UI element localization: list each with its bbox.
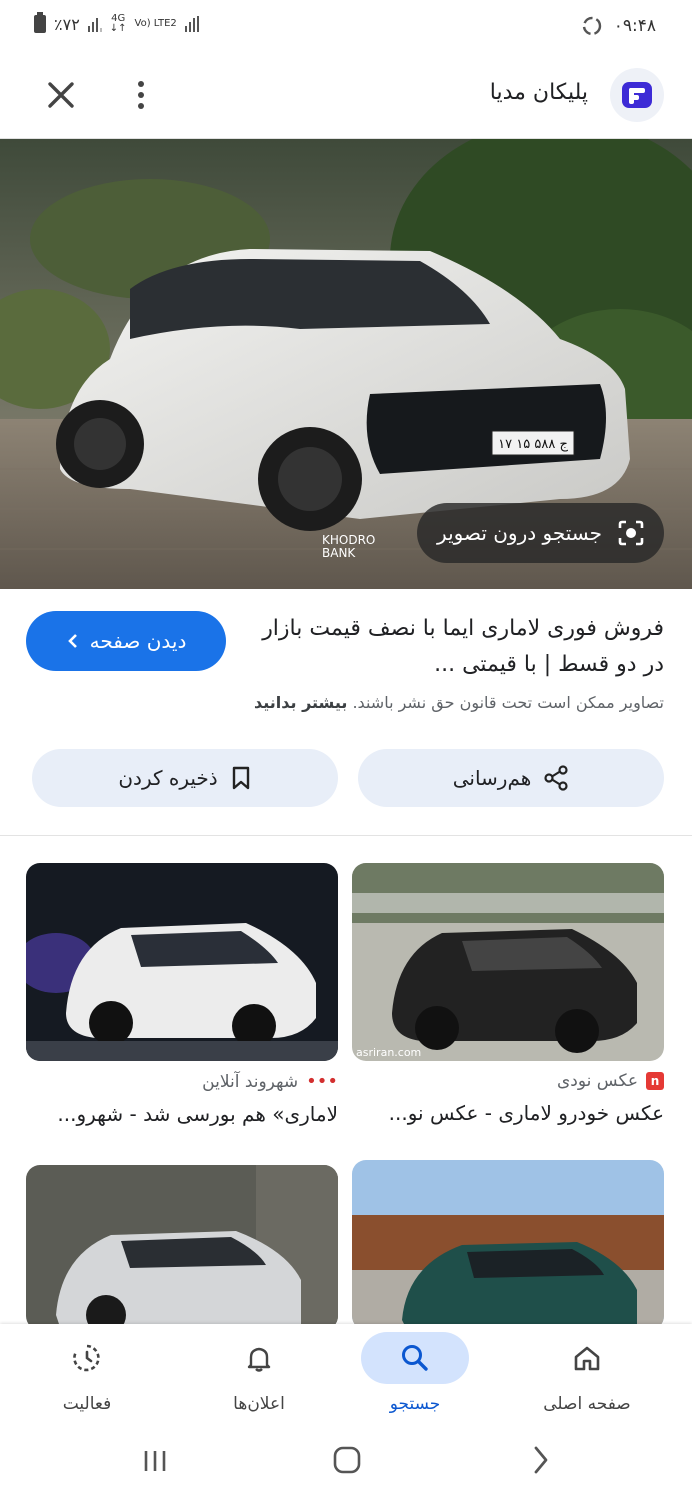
nav-search[interactable]: جستجو xyxy=(340,1332,490,1414)
result-title[interactable]: فروش فوری لاماری ایما با نصف قیمت بازار … xyxy=(254,611,664,683)
related-source-name: شهروند آنلاین xyxy=(202,1071,299,1092)
system-navigation-bar xyxy=(0,1436,692,1500)
hero-watermark: KHODRO xyxy=(322,533,375,547)
battery-level: ٪۷۲ xyxy=(54,14,80,34)
search-in-image-label: جستجو درون تصویر xyxy=(437,521,602,545)
related-title[interactable]: لاماری» هم بورسی شد - شهرو... xyxy=(26,1102,338,1126)
bottom-navigation: صفحه اصلی جستجو اعلان‌ها فعالیت xyxy=(0,1324,692,1436)
signal-icon xyxy=(87,16,102,32)
back-icon[interactable] xyxy=(528,1444,554,1476)
network-lte-label: Vo) LTE2 xyxy=(134,18,177,29)
related-source: ••• شهروند آنلاین xyxy=(26,1071,338,1092)
status-bar: ٪۷۲ 4G ↓↑ Vo) LTE2 ۰۹:۴۸ xyxy=(0,0,692,52)
home-icon xyxy=(574,1346,600,1371)
status-left: ٪۷۲ 4G ↓↑ Vo) LTE2 xyxy=(34,12,199,34)
nav-notifications[interactable]: اعلان‌ها xyxy=(184,1332,334,1414)
save-button[interactable]: ذخیره کردن xyxy=(32,749,338,807)
plate-text: ۱۷ ج ۵۸۸ ۱۵ xyxy=(498,437,568,452)
nav-home[interactable]: صفحه اصلی xyxy=(512,1332,662,1414)
bell-icon xyxy=(247,1347,271,1372)
signal-icon-2 xyxy=(184,16,199,32)
lens-icon xyxy=(618,520,644,546)
sync-icon xyxy=(582,16,601,36)
related-thumbnail[interactable]: asriran.com xyxy=(352,863,664,1061)
bookmark-icon xyxy=(232,766,249,790)
home-circle-icon[interactable] xyxy=(331,1444,363,1476)
chevron-left-icon xyxy=(67,634,77,648)
close-button[interactable] xyxy=(40,74,82,116)
share-button[interactable]: هم‌رسانی xyxy=(358,749,664,807)
clock: ۰۹:۴۸ xyxy=(613,16,656,36)
site-logo[interactable] xyxy=(610,68,664,122)
share-icon xyxy=(544,765,568,791)
more-options-button[interactable] xyxy=(124,74,158,116)
network-4g-label: 4G ↓↑ xyxy=(109,13,127,34)
search-in-image-button[interactable]: جستجو درون تصویر xyxy=(417,503,664,563)
visit-page-button[interactable]: دیدن صفحه xyxy=(26,611,226,671)
share-label: هم‌رسانی xyxy=(452,766,532,790)
main-image[interactable]: ۱۷ ج ۵۸۸ ۱۵ KHODRO BANK جستجو درون تصویر xyxy=(0,139,692,589)
save-label: ذخیره کردن xyxy=(118,766,218,790)
battery-icon xyxy=(34,12,46,33)
nav-search-label: جستجو xyxy=(389,1394,441,1414)
visit-page-label: دیدن صفحه xyxy=(89,629,187,653)
copyright-notice: تصاویر ممکن است تحت قانون حق نشر باشند. … xyxy=(254,693,664,712)
learn-more-link[interactable]: بیشتر بدانید xyxy=(254,693,347,712)
related-card[interactable] xyxy=(26,1165,338,1340)
thumbnail-watermark: asriran.com xyxy=(356,1046,421,1059)
related-card[interactable]: asriran.com n عکس نودی عکس خودرو لاماری … xyxy=(352,863,664,1125)
related-title[interactable]: عکس خودرو لاماری - عکس نو... xyxy=(352,1101,664,1125)
related-thumbnail[interactable] xyxy=(26,863,338,1061)
source-favicon-icon: n xyxy=(646,1072,664,1090)
close-icon xyxy=(48,82,74,108)
result-info: دیدن صفحه فروش فوری لاماری ایما با نصف ق… xyxy=(0,589,692,836)
copyright-text: تصاویر ممکن است تحت قانون حق نشر باشند. xyxy=(352,693,664,712)
search-icon xyxy=(402,1345,428,1371)
related-thumbnail[interactable] xyxy=(352,1160,664,1330)
viewer-header: پلیکان مدیا xyxy=(0,52,692,139)
nav-notifications-label: اعلان‌ها xyxy=(233,1394,285,1414)
source-dots-icon: ••• xyxy=(306,1071,338,1092)
related-source-name: عکس نودی xyxy=(557,1071,638,1091)
recents-icon[interactable] xyxy=(140,1446,170,1476)
nav-home-label: صفحه اصلی xyxy=(543,1394,631,1414)
activity-icon xyxy=(73,1344,100,1372)
related-source: n عکس نودی xyxy=(352,1071,664,1091)
status-right: ۰۹:۴۸ xyxy=(580,14,656,38)
more-vert-icon xyxy=(138,81,144,87)
svg-text:BANK: BANK xyxy=(322,546,356,560)
related-card[interactable] xyxy=(352,1160,664,1340)
nav-activity-label: فعالیت xyxy=(62,1394,112,1414)
related-thumbnail[interactable] xyxy=(26,1165,338,1330)
site-name[interactable]: پلیکان مدیا xyxy=(490,80,588,105)
nav-activity[interactable]: فعالیت xyxy=(12,1332,162,1414)
pelikan-logo-icon xyxy=(622,82,652,108)
related-card[interactable]: ••• شهروند آنلاین لاماری» هم بورسی شد - … xyxy=(26,863,338,1126)
